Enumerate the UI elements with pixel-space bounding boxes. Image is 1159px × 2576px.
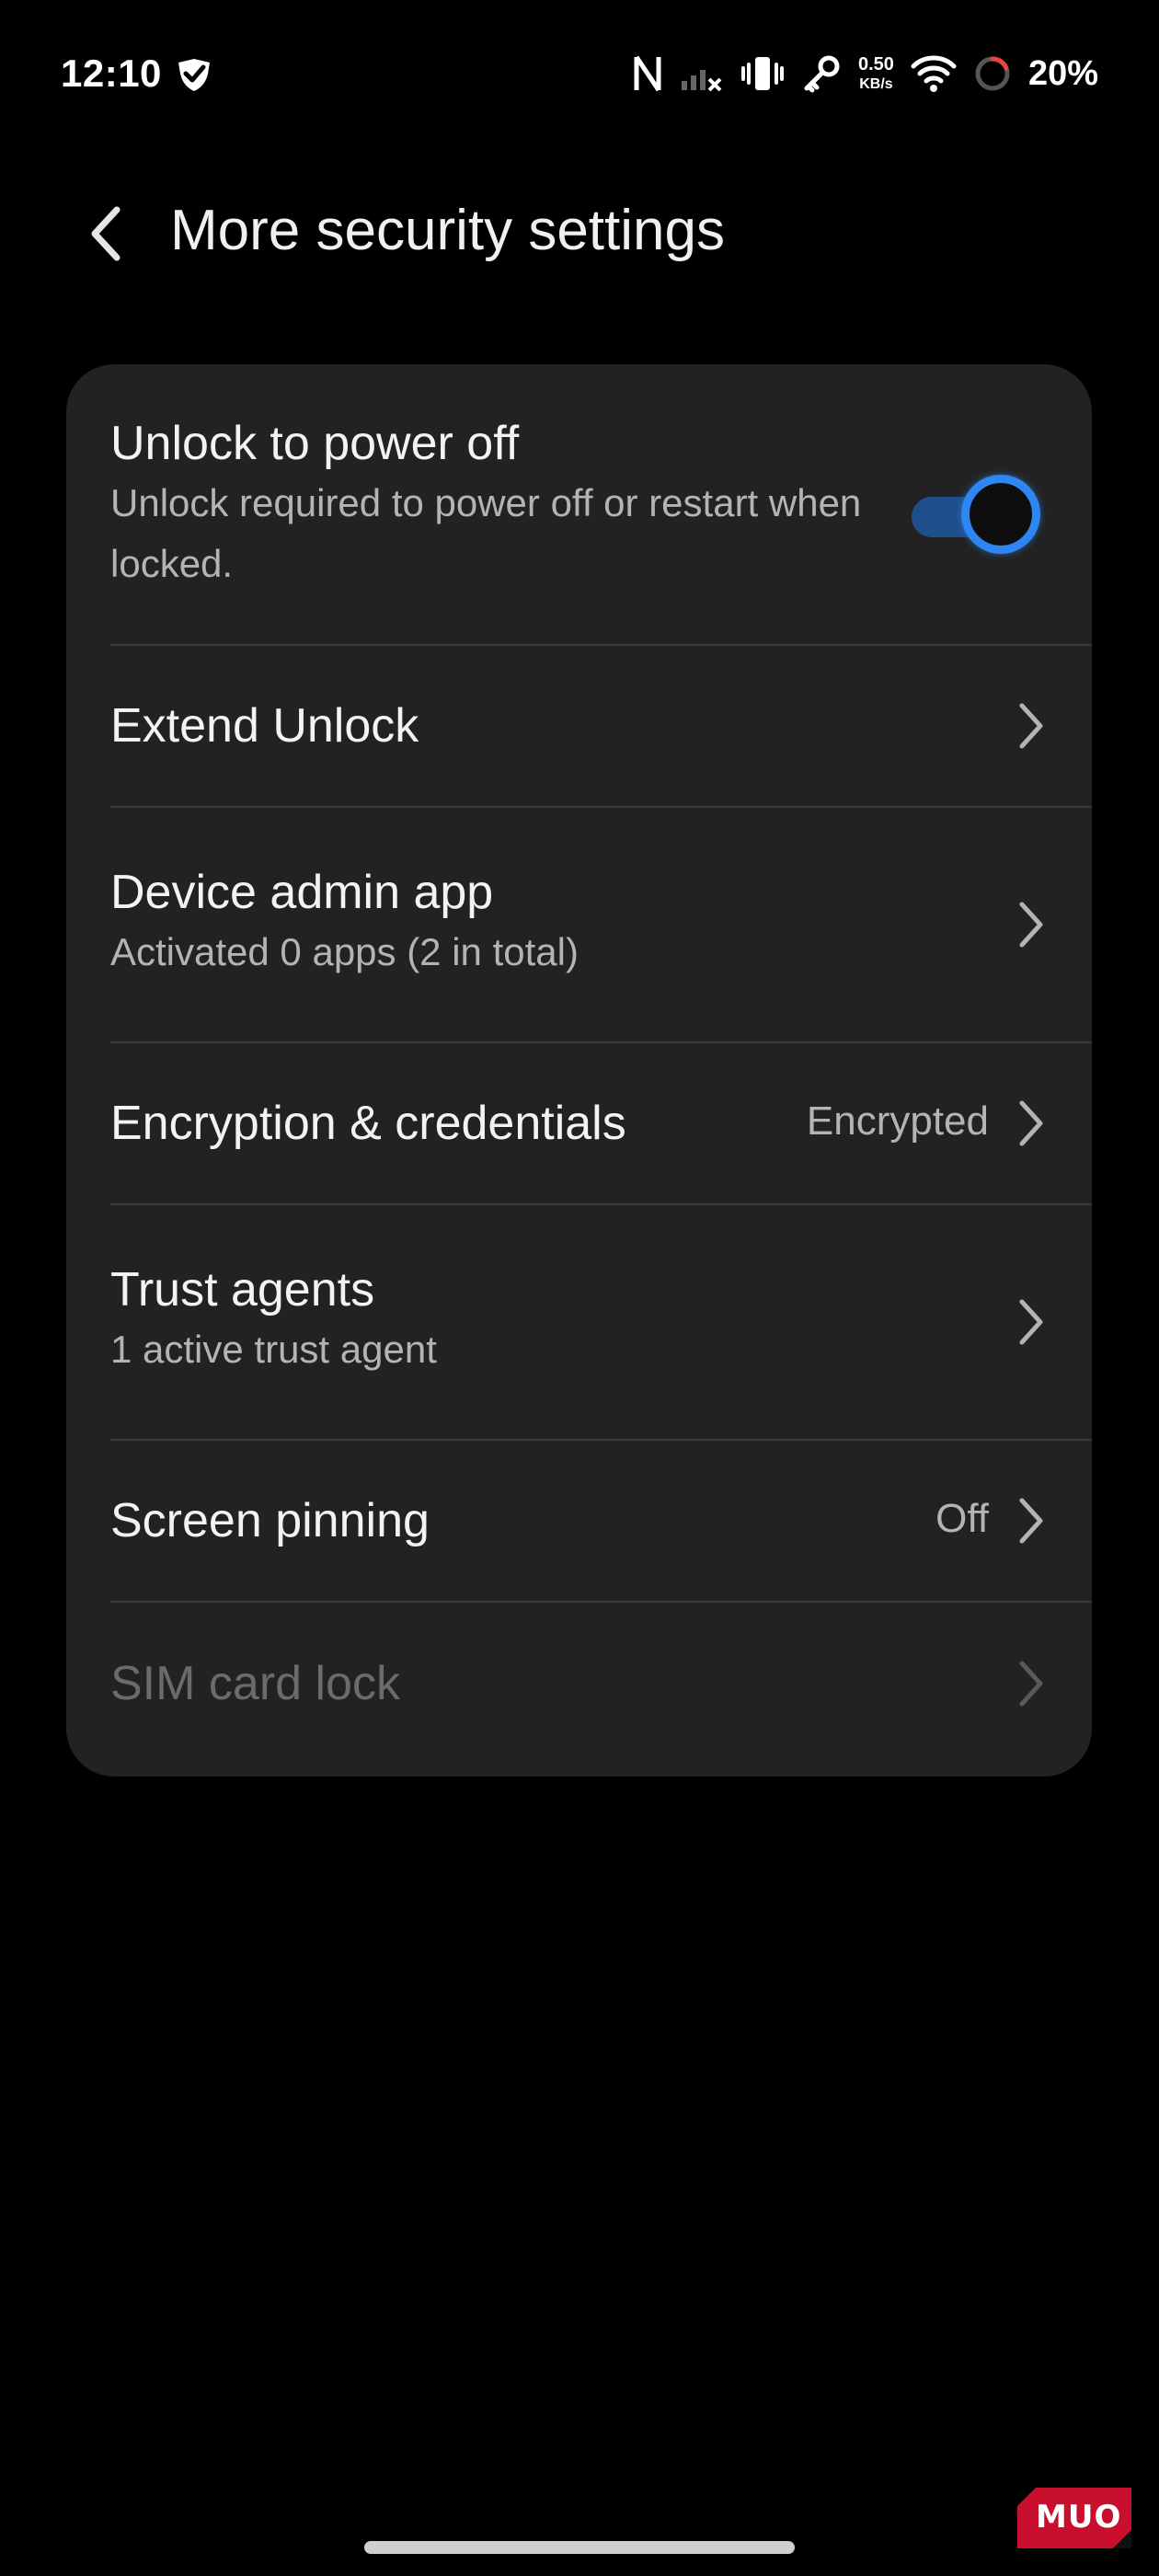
chevron-right-icon (1019, 1299, 1043, 1345)
chevron-right-icon (1019, 703, 1043, 749)
row-title: SIM card lock (110, 1657, 400, 1710)
screen-pinning-row[interactable]: Screen pinning Off (66, 1441, 1092, 1601)
chevron-right-icon (1019, 1100, 1043, 1146)
vibrate-icon (741, 57, 784, 90)
back-arrow-icon (91, 206, 120, 261)
key-icon (804, 55, 840, 93)
home-indicator[interactable] (364, 2541, 795, 2554)
unlock-to-power-off-row[interactable]: Unlock to power off Unlock required to p… (66, 364, 1092, 644)
signal-no-service-icon (682, 70, 722, 92)
status-time: 12:10 (61, 52, 162, 95)
toggle-thumb (961, 475, 1040, 554)
watermark-text: MUO (1036, 2499, 1122, 2536)
watermark-logo: MUO (1017, 2488, 1131, 2548)
chevron-right-icon (1019, 902, 1043, 948)
screen-pinning-status: Off (935, 1496, 989, 1541)
settings-card: Unlock to power off Unlock required to p… (66, 364, 1092, 1777)
row-title: Screen pinning (110, 1494, 430, 1547)
row-subtitle: 1 active trust agent (110, 1328, 437, 1371)
extend-unlock-row[interactable]: Extend Unlock (66, 646, 1092, 806)
network-speed: 0.50 KB/s (858, 54, 894, 92)
sim-card-lock-row: SIM card lock (66, 1603, 1092, 1777)
shield-check-icon (178, 59, 210, 91)
unlock-to-power-off-toggle[interactable] (912, 475, 1040, 554)
row-title: Unlock to power off (110, 417, 520, 470)
battery-ring-icon (975, 56, 1010, 91)
row-subtitle: Unlock required to power off or restart … (110, 481, 862, 585)
chevron-right-icon (1019, 1661, 1043, 1707)
device-admin-app-row[interactable]: Device admin app Activated 0 apps (2 in … (66, 808, 1092, 1041)
status-bar: 12:10 0.50 KB/s 20% (0, 0, 1159, 147)
trust-agents-row[interactable]: Trust agents 1 active trust agent (66, 1205, 1092, 1439)
row-subtitle: Activated 0 apps (2 in total) (110, 930, 579, 973)
row-title: Extend Unlock (110, 699, 419, 753)
wifi-icon (911, 55, 957, 92)
encryption-credentials-row[interactable]: Encryption & credentials Encrypted (66, 1043, 1092, 1203)
chevron-right-icon (1019, 1498, 1043, 1544)
nfc-icon (634, 55, 661, 92)
row-title: Encryption & credentials (110, 1097, 626, 1150)
page-title: More security settings (170, 199, 725, 262)
row-title: Device admin app (110, 866, 494, 919)
status-icons: 0.50 KB/s 20% (632, 48, 1098, 99)
battery-percent: 20% (1027, 53, 1098, 93)
back-button[interactable] (74, 197, 138, 270)
encryption-status: Encrypted (806, 1098, 989, 1144)
row-title: Trust agents (110, 1263, 375, 1317)
